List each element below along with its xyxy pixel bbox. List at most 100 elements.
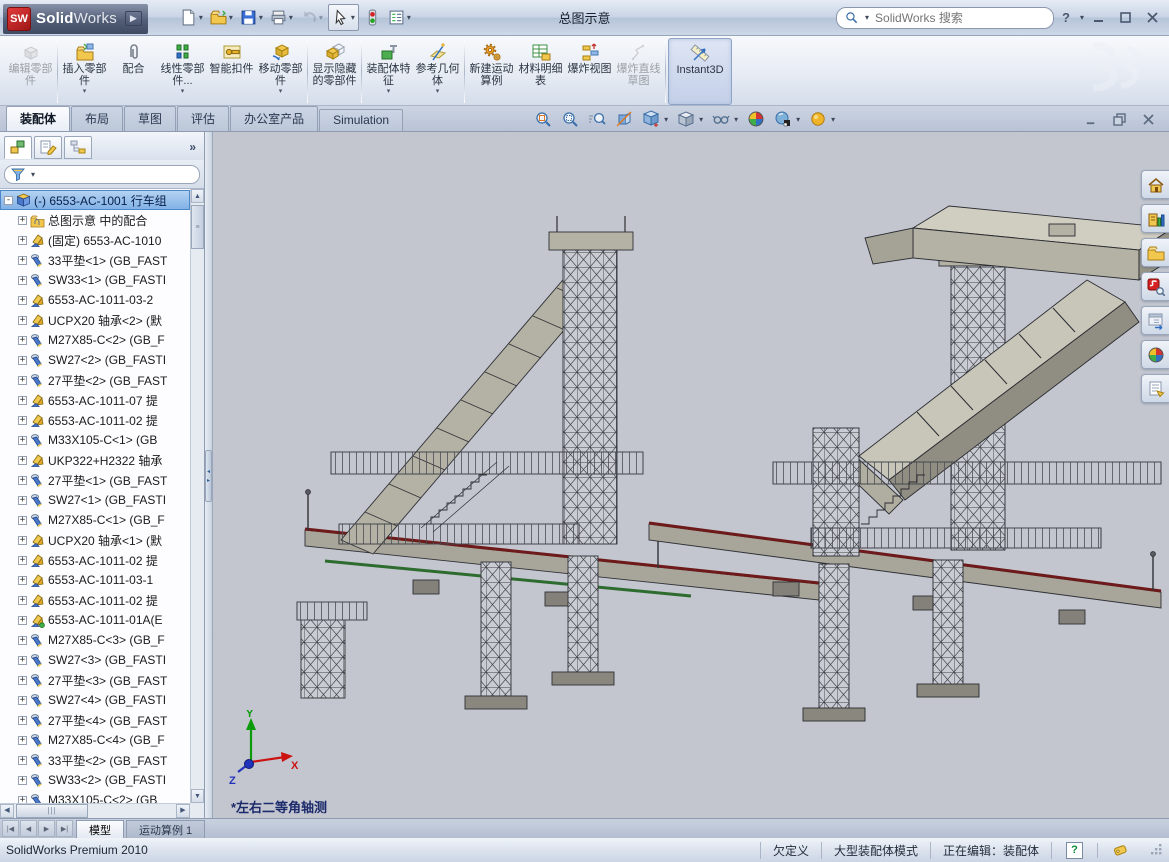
appearances-scenes-tab[interactable] bbox=[1141, 340, 1169, 369]
search-input[interactable] bbox=[873, 10, 1045, 26]
new-document-button[interactable]: ▾ bbox=[178, 5, 205, 30]
tree-item[interactable]: +UCPX20 轴承<2> (默 bbox=[0, 310, 190, 330]
document-close-button[interactable] bbox=[1142, 113, 1155, 126]
section-view-button[interactable] bbox=[615, 110, 633, 128]
tree-item[interactable]: +SW27<2> (GB_FASTI bbox=[0, 350, 190, 370]
horizontal-scroll-thumb[interactable]: ||| bbox=[16, 804, 88, 818]
expander-icon[interactable]: + bbox=[18, 436, 27, 445]
tree-horizontal-scrollbar[interactable]: ◀ ||| ▶ bbox=[0, 803, 190, 818]
help-button[interactable]: ? bbox=[1062, 10, 1070, 25]
tree-item[interactable]: +6553-AC-1011-03-1 bbox=[0, 570, 190, 590]
tree-item[interactable]: +SW27<4> (GB_FASTI bbox=[0, 690, 190, 710]
tree-item[interactable]: +M27X85-C<2> (GB_F bbox=[0, 330, 190, 350]
tree-filter-input[interactable]: ▾ bbox=[4, 165, 200, 184]
reference-geometry-button[interactable]: 参考几何体▾ bbox=[413, 38, 462, 105]
document-tab-模型[interactable]: 模型 bbox=[76, 820, 124, 838]
expander-icon[interactable]: + bbox=[18, 756, 27, 765]
expander-icon[interactable]: + bbox=[18, 216, 27, 225]
expander-icon[interactable]: + bbox=[18, 256, 27, 265]
linear-component-pattern-button[interactable]: 线性零部件...▾ bbox=[158, 38, 207, 105]
scroll-down-arrow[interactable]: ▼ bbox=[191, 789, 204, 803]
expander-icon[interactable]: + bbox=[18, 416, 27, 425]
zoom-to-fit-button[interactable] bbox=[534, 110, 552, 128]
dropdown-arrow-icon[interactable]: ▾ bbox=[83, 88, 87, 95]
dropdown-arrow-icon[interactable]: ▾ bbox=[699, 115, 703, 124]
tree-item[interactable]: +总图示意 中的配合 bbox=[0, 210, 190, 230]
tree-item[interactable]: +UKP322+H2322 轴承 bbox=[0, 450, 190, 470]
menu-expand-arrow-icon[interactable]: ▶ bbox=[125, 11, 142, 26]
expander-icon[interactable]: + bbox=[18, 476, 27, 485]
rebuild-traffic-light-button[interactable] bbox=[362, 5, 383, 30]
expander-icon[interactable]: + bbox=[18, 556, 27, 565]
last-tab-button[interactable]: ▶| bbox=[56, 820, 73, 837]
scroll-right-arrow[interactable]: ▶ bbox=[176, 804, 190, 818]
panel-splitter[interactable]: ◂▸ bbox=[205, 132, 213, 818]
expander-icon[interactable]: + bbox=[18, 616, 27, 625]
bill-of-materials-button[interactable]: 材料明细表 bbox=[516, 38, 565, 105]
expander-icon[interactable]: + bbox=[18, 656, 27, 665]
tree-item[interactable]: +27平垫<4> (GB_FAST bbox=[0, 710, 190, 730]
dropdown-arrow-icon[interactable]: ▾ bbox=[436, 88, 440, 95]
dropdown-arrow-icon[interactable]: ▾ bbox=[199, 13, 203, 22]
move-component-button[interactable]: 移动零部件▾ bbox=[256, 38, 305, 105]
show-hidden-components-button[interactable]: 显示隐藏的零部件 bbox=[310, 38, 359, 105]
dropdown-arrow-icon[interactable]: ▾ bbox=[831, 115, 835, 124]
exploded-view-button[interactable]: 爆炸视图 bbox=[565, 38, 614, 105]
expander-icon[interactable]: + bbox=[18, 396, 27, 405]
save-button[interactable]: ▾ bbox=[238, 5, 265, 30]
view-palette-tab[interactable] bbox=[1141, 306, 1169, 335]
dropdown-arrow-icon[interactable]: ▾ bbox=[289, 13, 293, 22]
expander-icon[interactable]: + bbox=[18, 276, 27, 285]
dropdown-arrow-icon[interactable]: ▾ bbox=[259, 13, 263, 22]
tree-item[interactable]: +33平垫<2> (GB_FAST bbox=[0, 750, 190, 770]
maximize-button[interactable] bbox=[1119, 11, 1132, 24]
tab-评估[interactable]: 评估 bbox=[177, 106, 229, 131]
tree-item[interactable]: +UCPX20 轴承<1> (默 bbox=[0, 530, 190, 550]
tree-item[interactable]: +33平垫<1> (GB_FAST bbox=[0, 250, 190, 270]
tree-item[interactable]: +M27X85-C<1> (GB_F bbox=[0, 510, 190, 530]
tree-item[interactable]: -(-) 6553-AC-1001 行车组 bbox=[0, 190, 190, 210]
expander-icon[interactable]: + bbox=[18, 796, 27, 804]
tab-装配体[interactable]: 装配体 bbox=[6, 106, 70, 131]
expander-icon[interactable]: + bbox=[18, 676, 27, 685]
tree-item[interactable]: +6553-AC-1011-02 提 bbox=[0, 410, 190, 430]
filter-dropdown-arrow-icon[interactable]: ▾ bbox=[31, 170, 35, 179]
expander-icon[interactable]: + bbox=[18, 696, 27, 705]
document-minimize-button[interactable] bbox=[1085, 114, 1097, 126]
edit-appearance-button[interactable] bbox=[747, 110, 765, 128]
tab-办公室产品[interactable]: 办公室产品 bbox=[230, 106, 318, 131]
tree-item[interactable]: +6553-AC-1011-02 提 bbox=[0, 590, 190, 610]
search-dropdown-arrow-icon[interactable]: ▾ bbox=[865, 13, 869, 22]
tab-草图[interactable]: 草图 bbox=[124, 106, 176, 131]
expander-icon[interactable]: + bbox=[18, 596, 27, 605]
dropdown-arrow-icon[interactable]: ▾ bbox=[664, 115, 668, 124]
tree-item[interactable]: +SW27<3> (GB_FASTI bbox=[0, 650, 190, 670]
expander-icon[interactable]: + bbox=[18, 496, 27, 505]
next-tab-button[interactable]: ▶ bbox=[38, 820, 55, 837]
view-orientation-button[interactable]: ▾ bbox=[642, 110, 668, 128]
expander-icon[interactable]: + bbox=[18, 636, 27, 645]
insert-components-button[interactable]: 插入零部件▾ bbox=[60, 38, 109, 105]
assembly-features-button[interactable]: 装配体特征▾ bbox=[364, 38, 413, 105]
zoom-to-area-button[interactable] bbox=[561, 110, 579, 128]
expander-icon[interactable]: + bbox=[18, 236, 27, 245]
expander-icon[interactable]: + bbox=[18, 336, 27, 345]
open-button[interactable]: ▾ bbox=[208, 5, 235, 30]
design-library-tab[interactable] bbox=[1141, 204, 1169, 233]
expander-icon[interactable]: + bbox=[18, 356, 27, 365]
dropdown-arrow-icon[interactable]: ▾ bbox=[387, 88, 391, 95]
scroll-left-arrow[interactable]: ◀ bbox=[0, 804, 14, 818]
options-button[interactable]: ▾ bbox=[386, 5, 413, 30]
hide-show-items-button[interactable]: ▾ bbox=[712, 110, 738, 128]
undo-button[interactable]: ▾ bbox=[298, 5, 325, 30]
display-style-button[interactable]: ▾ bbox=[677, 110, 703, 128]
mate-button[interactable]: 配合 bbox=[109, 38, 158, 105]
propertymanager-tab[interactable] bbox=[34, 136, 62, 159]
select-button[interactable]: ▾ bbox=[328, 4, 359, 31]
dropdown-arrow-icon[interactable]: ▾ bbox=[229, 13, 233, 22]
featuremanager-tab[interactable] bbox=[4, 136, 32, 159]
previous-view-button[interactable] bbox=[588, 110, 606, 128]
expander-icon[interactable]: - bbox=[4, 196, 13, 205]
previous-tab-button[interactable]: ◀ bbox=[20, 820, 37, 837]
resize-grip[interactable] bbox=[1151, 844, 1163, 856]
